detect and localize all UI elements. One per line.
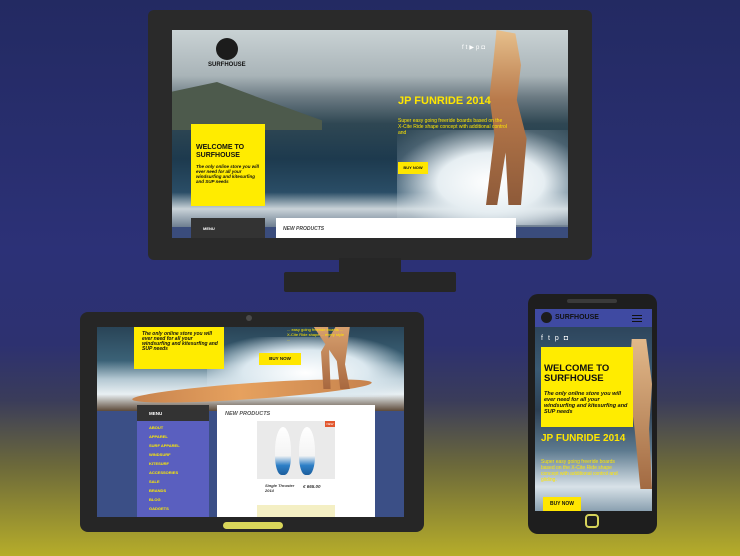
products-panel: NEW PRODUCTS NEW Single Thruster 2014 € …: [217, 405, 375, 517]
menu-header[interactable]: MENU: [137, 405, 209, 421]
promo-title: JP FUNRIDE 2014: [398, 95, 491, 107]
menu-item-windsurf[interactable]: WINDSURF: [149, 452, 171, 457]
facebook-icon[interactable]: f: [541, 335, 548, 342]
welcome-box: WELCOME TO SURFHOUSE The only online sto…: [191, 124, 265, 206]
logo-icon[interactable]: [216, 38, 238, 60]
menu-label: MENU: [203, 226, 215, 231]
logo-icon[interactable]: [541, 312, 552, 323]
mountain-image: [172, 82, 322, 130]
welcome-title: WELCOME TO SURFHOUSE: [544, 363, 610, 384]
menu-item-apparel[interactable]: APPAREL: [149, 434, 168, 439]
instagram-icon[interactable]: ◘: [481, 45, 487, 51]
menu-item-about[interactable]: ABOUT: [149, 425, 163, 430]
welcome-box: WELCOME TO SURFHOUSE The only online sto…: [541, 347, 633, 427]
welcome-box: The only online store you will ever need…: [134, 327, 224, 369]
wave-spray-image: [397, 130, 568, 225]
promo-text: Super easy going freeride boards based o…: [541, 459, 618, 483]
tablet-screen: The only online store you will ever need…: [97, 327, 404, 517]
welcome-text: The only online store you will ever need…: [196, 164, 260, 184]
promo-text: Super easy going freeride boards based o…: [398, 118, 507, 136]
hamburger-menu-icon[interactable]: [632, 315, 642, 316]
menu-item-gadgets[interactable]: GADGETS: [149, 506, 169, 511]
welcome-text: The only online store you will ever need…: [544, 391, 628, 415]
tablet-camera: [246, 315, 252, 321]
menu-label: MENU: [149, 411, 163, 416]
promo-text: ... easy going freeride boards ... X-Cit…: [287, 327, 345, 342]
sidebar-menu: MENU ABOUT APPAREL SURF APPAREL WINDSURF…: [137, 405, 209, 517]
social-links: ft▶p◘: [462, 44, 487, 51]
logo-text[interactable]: SURFHOUSE: [208, 62, 246, 68]
new-badge: NEW: [325, 421, 335, 427]
pinterest-icon[interactable]: p: [555, 335, 564, 342]
buy-now-button[interactable]: BUY NOW: [543, 497, 581, 511]
product-price: € 665.00: [303, 484, 321, 489]
products-panel: NEW PRODUCTS: [276, 218, 516, 238]
menu-item-surf-apparel[interactable]: SURF APPAREL: [149, 443, 180, 448]
logo-text[interactable]: SURFHOUSE: [555, 314, 599, 321]
products-title: NEW PRODUCTS: [225, 411, 271, 417]
phone-screen: SURFHOUSE ftp◘ WELCOME TO SURFHOUSE The …: [535, 309, 652, 511]
surfboard-image: [275, 427, 291, 475]
twitter-icon[interactable]: t: [548, 335, 555, 342]
monitor-stand-base: [284, 272, 456, 292]
product-card[interactable]: [257, 505, 335, 517]
products-title: NEW PRODUCTS: [283, 226, 325, 232]
instagram-icon[interactable]: ◘: [564, 335, 573, 342]
youtube-icon[interactable]: ▶: [469, 44, 476, 51]
promo-title: JP FUNRIDE 2014: [541, 433, 626, 444]
surfboard-image: [299, 427, 315, 475]
phone-header: SURFHOUSE: [535, 309, 652, 327]
menu-item-brands[interactable]: BRANDS: [149, 488, 166, 493]
product-card[interactable]: NEW: [257, 421, 335, 479]
buy-now-button[interactable]: BUY NOW: [259, 353, 301, 365]
social-links: ftp◘: [541, 335, 573, 342]
desktop-screen: SURFHOUSE ft▶p◘ JP FUNRIDE 2014 Super ea…: [172, 30, 568, 238]
welcome-text: The only online store you will ever need…: [142, 331, 218, 352]
tablet-home-button[interactable]: [223, 522, 283, 529]
product-name[interactable]: Single Thruster 2014: [265, 483, 299, 493]
menu-item-blog[interactable]: BLOG: [149, 497, 161, 502]
buy-now-button[interactable]: BUY NOW: [398, 162, 428, 174]
menu-item-accessories[interactable]: ACCESSORIES: [149, 470, 178, 475]
phone-home-button[interactable]: [585, 514, 599, 528]
menu-header[interactable]: MENU: [191, 218, 265, 238]
welcome-title: WELCOME TO SURFHOUSE: [196, 144, 245, 159]
menu-item-sale[interactable]: SALE: [149, 479, 160, 484]
phone-speaker: [567, 299, 617, 303]
menu-item-kitesurf[interactable]: KITESURF: [149, 461, 169, 466]
